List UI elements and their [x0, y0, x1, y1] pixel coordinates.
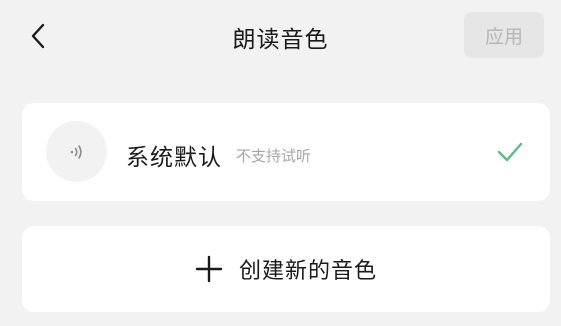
voice-avatar — [46, 121, 107, 182]
voice-note: 不支持试听 — [236, 147, 312, 165]
create-voice-label: 创建新的音色 — [238, 259, 377, 284]
create-voice-button[interactable]: 创建新的音色 — [22, 226, 550, 312]
sound-wave-icon — [70, 144, 82, 159]
check-icon — [497, 142, 523, 162]
voice-name: 系统默认 — [126, 145, 222, 171]
top-bar: 朗读音色 应用 — [0, 0, 561, 72]
apply-button[interactable]: 应用 — [464, 12, 544, 58]
plus-icon — [195, 255, 223, 283]
voice-option-system-default[interactable]: 系统默认 不支持试听 — [22, 103, 550, 201]
